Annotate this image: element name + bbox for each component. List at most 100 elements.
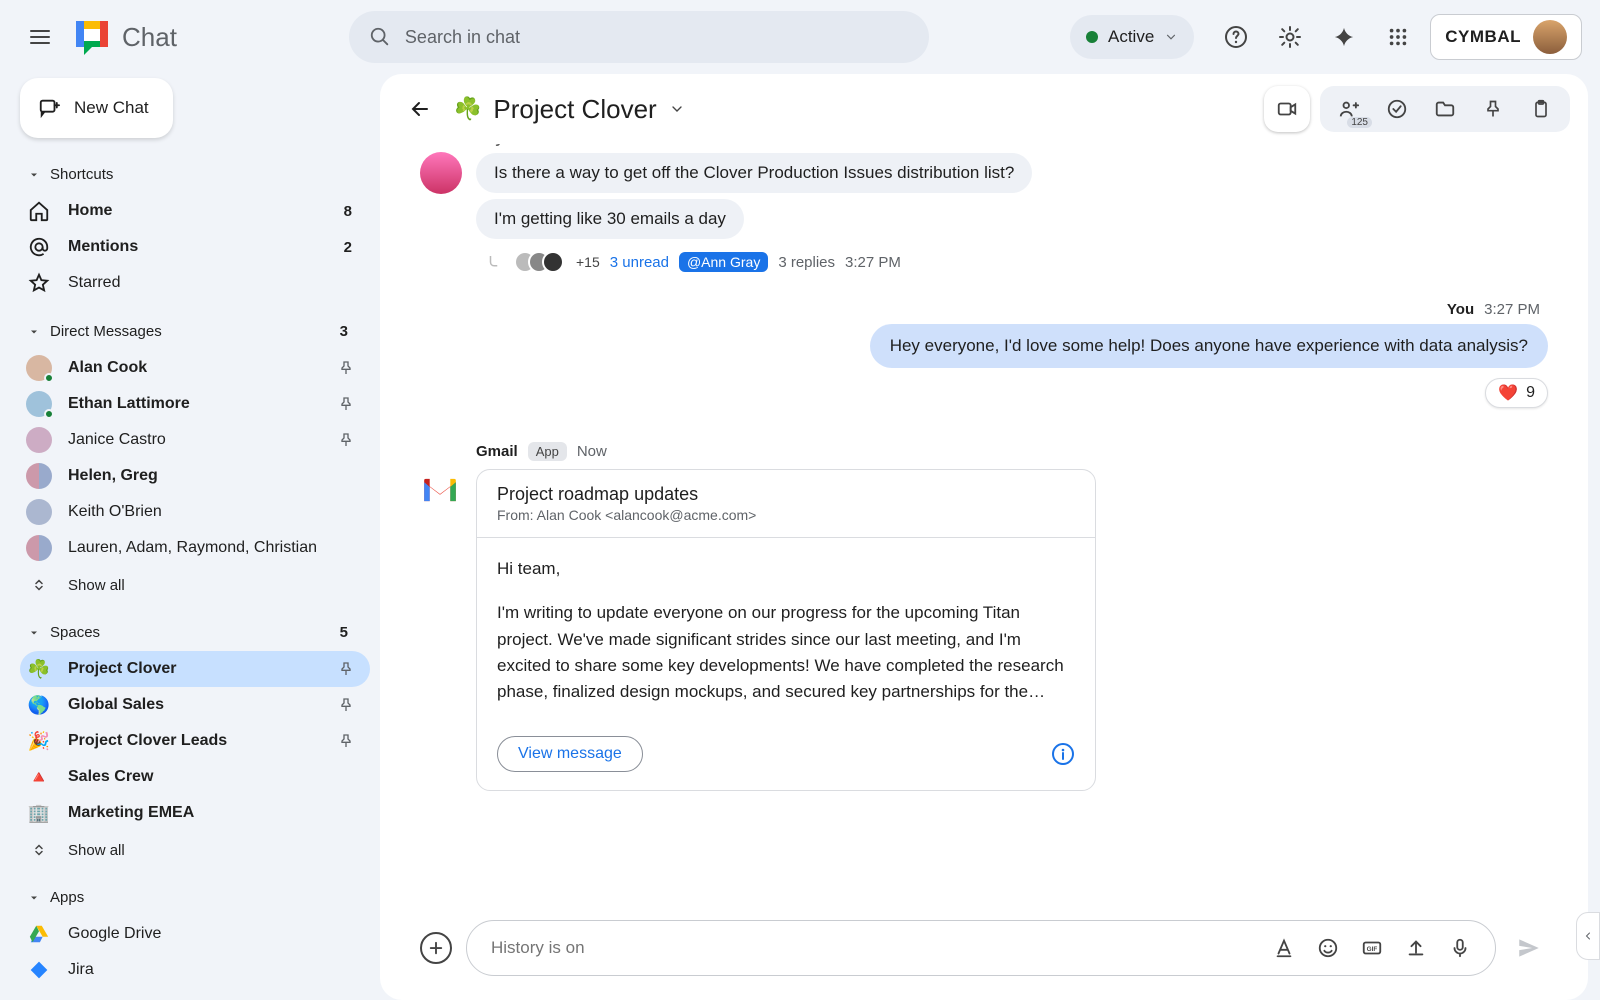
reaction-chip[interactable]: ❤️ 9 <box>1485 378 1548 408</box>
mic-icon <box>1449 937 1471 959</box>
dm-item[interactable]: Alan Cook <box>20 350 370 386</box>
space-emoji-icon: 🌎 <box>26 692 52 718</box>
dm-section-header[interactable]: Direct Messages 3 <box>20 313 370 350</box>
video-call-button[interactable] <box>1264 86 1310 132</box>
conversation-header: ☘️ Project Clover 125 <box>380 74 1588 144</box>
back-button[interactable] <box>398 87 442 131</box>
space-emoji-icon: 🎉 <box>26 728 52 754</box>
help-button[interactable] <box>1214 15 1258 59</box>
search-bar[interactable] <box>349 11 929 63</box>
video-icon <box>1276 98 1298 120</box>
send-icon <box>1516 935 1542 961</box>
dm-show-all[interactable]: Show all <box>20 566 370 604</box>
space-emoji-icon: ☘️ <box>454 96 481 122</box>
gemini-button[interactable] <box>1322 15 1366 59</box>
spaces-section-header[interactable]: Spaces 5 <box>20 614 370 651</box>
pinned-button[interactable] <box>1472 88 1514 130</box>
view-message-button[interactable]: View message <box>497 736 643 772</box>
app-jira[interactable]: Jira <box>20 952 370 988</box>
gmail-avatar <box>420 470 460 510</box>
members-button[interactable]: 125 <box>1328 88 1370 130</box>
apps-section-header[interactable]: Apps <box>20 879 370 916</box>
chat-logo-icon <box>70 15 114 59</box>
app-sender-name[interactable]: Gmail <box>476 443 518 460</box>
files-button[interactable] <box>1424 88 1466 130</box>
spaces-show-all[interactable]: Show all <box>20 831 370 869</box>
heart-icon: ❤️ <box>1498 383 1518 403</box>
space-item[interactable]: 🌎 Global Sales <box>20 687 370 723</box>
app-logo-block[interactable]: Chat <box>70 15 177 59</box>
status-selector[interactable]: Active <box>1070 15 1194 59</box>
star-icon <box>26 270 52 296</box>
dm-item[interactable]: Keith O'Brien <box>20 494 370 530</box>
status-label: Active <box>1108 27 1154 47</box>
mention-chip[interactable]: @Ann Gray <box>679 252 768 272</box>
shortcut-starred[interactable]: Starred <box>20 265 370 301</box>
side-panel-toggle[interactable] <box>1576 912 1600 960</box>
dm-item[interactable]: Helen, Greg <box>20 458 370 494</box>
gif-icon: GIF <box>1361 937 1383 959</box>
gif-button[interactable]: GIF <box>1353 929 1391 967</box>
expand-icon <box>26 837 52 863</box>
dm-name: Lauren, Adam, Raymond, Christian <box>68 539 317 557</box>
upload-icon <box>1405 937 1427 959</box>
pin-icon <box>338 697 354 713</box>
search-input[interactable] <box>405 27 909 48</box>
home-icon <box>26 198 52 224</box>
message-time: 4:11 PM <box>607 144 662 147</box>
dm-item[interactable]: Janice Castro <box>20 422 370 458</box>
jira-icon <box>26 957 52 983</box>
new-chat-button[interactable]: New Chat <box>20 78 173 138</box>
space-item[interactable]: 🔺Sales Crew <box>20 759 370 795</box>
caret-down-icon <box>28 892 40 904</box>
format-button[interactable] <box>1265 929 1303 967</box>
shortcuts-section-header[interactable]: Shortcuts <box>20 156 370 193</box>
compose-input-pill[interactable]: GIF <box>466 920 1496 976</box>
app-google-drive[interactable]: Google Drive <box>20 916 370 952</box>
clipboard-icon <box>1531 99 1551 119</box>
shortcut-mentions[interactable]: Mentions 2 <box>20 229 370 265</box>
thread-branch-icon <box>486 253 504 271</box>
tasks-button[interactable] <box>1376 88 1418 130</box>
upload-button[interactable] <box>1397 929 1435 967</box>
dm-avatar <box>26 427 52 453</box>
message-bubble[interactable]: Is there a way to get off the Clover Pro… <box>476 153 1032 193</box>
space-name: Global Sales <box>68 696 164 714</box>
space-name: Marketing EMEA <box>68 804 194 822</box>
main-menu-button[interactable] <box>18 15 62 59</box>
settings-button[interactable] <box>1268 15 1312 59</box>
info-button[interactable] <box>1051 742 1075 766</box>
compose-input[interactable] <box>491 938 1259 958</box>
dm-item[interactable]: Ethan Lattimore <box>20 386 370 422</box>
unread-count[interactable]: 3 unread <box>610 254 669 271</box>
sender-avatar[interactable] <box>420 152 462 194</box>
thread-participants <box>514 251 564 273</box>
sender-name[interactable]: Raymond Santos <box>476 144 599 147</box>
dm-name: Janice Castro <box>68 431 166 449</box>
thread-summary[interactable]: +15 3 unread @Ann Gray 3 replies 3:27 PM <box>486 251 1032 273</box>
own-message-bubble[interactable]: Hey everyone, I'd love some help! Does a… <box>870 324 1548 368</box>
chevron-down-icon[interactable] <box>669 101 685 117</box>
attach-button[interactable] <box>420 932 452 964</box>
dm-avatar <box>26 535 52 561</box>
space-item[interactable]: 🏢Marketing EMEA <box>20 795 370 831</box>
dm-item[interactable]: Lauren, Adam, Raymond, Christian <box>20 530 370 566</box>
apps-launcher-button[interactable] <box>1376 15 1420 59</box>
emoji-icon <box>1317 937 1339 959</box>
emoji-button[interactable] <box>1309 929 1347 967</box>
mention-icon <box>26 234 52 260</box>
app-card-meta: Gmail App Now <box>476 442 1096 461</box>
clipboard-button[interactable] <box>1520 88 1562 130</box>
mic-button[interactable] <box>1441 929 1479 967</box>
thread-more-count: +15 <box>576 254 600 270</box>
conversation-pane: ☘️ Project Clover 125 <box>380 74 1588 1000</box>
space-item[interactable]: ☘️Project Clover <box>20 651 370 687</box>
space-item[interactable]: 🎉Project Clover Leads <box>20 723 370 759</box>
shortcut-home[interactable]: Home 8 <box>20 193 370 229</box>
space-name: Project Clover <box>68 660 176 678</box>
message-bubble[interactable]: I'm getting like 30 emails a day <box>476 199 744 239</box>
org-account-chip[interactable]: CYMBAL <box>1430 14 1582 60</box>
conversation-title[interactable]: Project Clover <box>493 94 656 125</box>
pin-icon <box>1483 99 1503 119</box>
apps-grid-icon <box>1387 26 1409 48</box>
